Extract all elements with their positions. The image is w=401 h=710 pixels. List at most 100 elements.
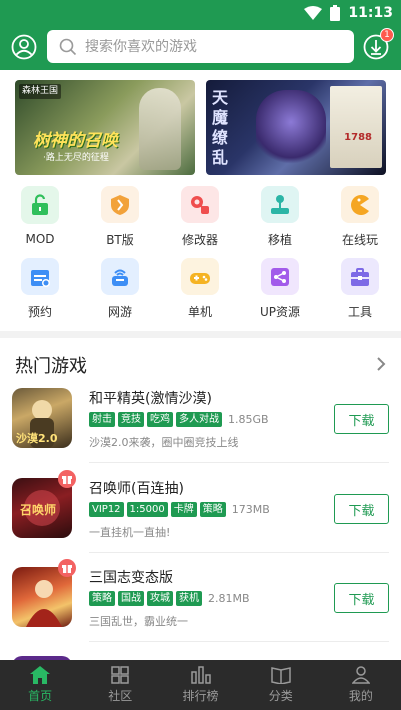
category-reserve[interactable]: 预约 <box>10 258 70 320</box>
category-tools[interactable]: 工具 <box>330 258 390 320</box>
nav-label: 分类 <box>268 689 293 703</box>
category-up-resources[interactable]: UP资源 <box>250 258 310 320</box>
share-icon <box>261 258 299 295</box>
game-tags: VIP12 1:5000 卡牌 策略 173MB <box>89 502 270 517</box>
game-tag: 国战 <box>118 591 144 606</box>
game-tag: 攻城 <box>147 591 173 606</box>
home-icon <box>30 666 51 684</box>
game-tag: 1:5000 <box>126 502 168 517</box>
list-separator <box>89 641 389 642</box>
game-tag: 策略 <box>199 502 226 517</box>
game-tag: VIP12 <box>89 502 124 517</box>
gift-badge-icon <box>58 559 76 577</box>
search-input[interactable] <box>85 38 325 55</box>
game-description: 一直挂机一直抽! <box>89 526 171 539</box>
category-label: 单机 <box>187 305 212 319</box>
profile-icon <box>11 34 37 60</box>
thumb-overlay-text: 沙漠2.0 <box>16 431 58 445</box>
gamepad-icon <box>181 258 219 295</box>
top-bar <box>0 28 401 66</box>
ranking-icon <box>190 666 211 684</box>
banner-character-image <box>139 88 181 170</box>
game-size: 1.85GB <box>228 413 269 426</box>
search-icon <box>59 38 77 56</box>
thumb-overlay-text: 召唤师 <box>20 502 56 517</box>
game-name: 召唤师(百连抽) <box>89 481 184 497</box>
bottom-navigation: 首页 社区 排行榜 分类 我的 <box>0 660 401 710</box>
wifi-icon <box>304 6 323 20</box>
category-single-player[interactable]: 单机 <box>170 258 230 320</box>
user-icon <box>351 666 370 684</box>
nav-category[interactable]: 分类 <box>241 660 321 710</box>
banner-forest-kingdom[interactable]: 森林王国 树神的召唤 ·路上无尽的征程 <box>15 80 195 175</box>
battery-icon <box>330 5 341 21</box>
nav-label: 首页 <box>28 689 53 703</box>
game-thumbnail: 沙漠2.0 <box>12 388 72 448</box>
game-tags: 射击 竞技 吃鸡 多人对战 1.85GB <box>89 412 269 427</box>
nav-mine[interactable]: 我的 <box>321 660 401 710</box>
banner-title: 树神的召唤 <box>33 131 118 151</box>
download-button[interactable]: 下载 <box>334 494 389 524</box>
hot-games-title: 热门游戏 <box>15 356 87 377</box>
download-button[interactable]: 下载 <box>334 583 389 613</box>
list-separator <box>89 462 389 463</box>
banner-character-image <box>256 90 326 170</box>
game-description: 三国乱世，霸业统一 <box>89 615 188 628</box>
category-label: 网游 <box>107 305 132 319</box>
download-count-badge: 1 <box>380 28 394 42</box>
category-online-game[interactable]: 网游 <box>90 258 150 320</box>
pacman-icon <box>341 186 379 223</box>
banner-tag: 森林王国 <box>19 84 62 99</box>
download-button[interactable]: 下载 <box>334 404 389 434</box>
profile-button[interactable] <box>11 34 37 60</box>
nav-label: 社区 <box>108 689 133 703</box>
banner-promo-panel <box>330 86 382 168</box>
modifier-icon <box>181 186 219 223</box>
category-play-online[interactable]: 在线玩 <box>330 186 390 248</box>
game-tag: 多人对战 <box>176 412 222 427</box>
game-tag: 吃鸡 <box>147 412 173 427</box>
network-game-icon <box>101 258 139 295</box>
search-bar[interactable] <box>47 30 354 63</box>
status-time: 11:13 <box>348 5 393 21</box>
unlock-icon <box>21 186 59 224</box>
game-tag: 竞技 <box>118 412 144 427</box>
gift-badge-icon <box>58 470 76 488</box>
calendar-icon <box>21 258 59 295</box>
banner-tianmo[interactable]: 天魔缭乱 1788 <box>206 80 386 175</box>
app-header: 11:13 1 <box>0 0 401 70</box>
game-item-peace-elite[interactable]: 沙漠2.0 和平精英(激情沙漠) 射击 竞技 吃鸡 多人对战 1.85GB 沙漠… <box>0 388 401 476</box>
category-bt[interactable]: BT版 <box>90 186 150 248</box>
game-tags: 策略 国战 攻城 获机 2.81MB <box>89 591 250 606</box>
community-icon <box>111 666 130 684</box>
category-label: 修改器 <box>181 233 218 247</box>
category-label: 预约 <box>27 305 52 319</box>
toolbox-icon <box>341 258 379 295</box>
banner-subtitle: ·路上无尽的征程 <box>43 153 109 163</box>
banner-price: 1788 <box>344 132 372 143</box>
game-name: 和平精英(激情沙漠) <box>89 391 212 407</box>
bt-shield-icon <box>101 186 139 223</box>
game-tag: 射击 <box>89 412 115 427</box>
game-item-summoner[interactable]: 召唤师 召唤师(百连抽) VIP12 1:5000 卡牌 策略 173MB 一直… <box>0 470 401 566</box>
nav-home[interactable]: 首页 <box>0 660 80 710</box>
category-label: MOD <box>25 232 55 246</box>
hot-games-more-button[interactable] <box>376 356 386 376</box>
nav-label: 排行榜 <box>182 689 219 703</box>
game-name: 三国志变态版 <box>89 570 173 586</box>
game-tag: 获机 <box>176 591 202 606</box>
category-label: 工具 <box>347 305 372 319</box>
list-separator <box>89 552 389 553</box>
category-port[interactable]: 移植 <box>250 186 310 248</box>
category-mod[interactable]: MOD <box>10 186 70 248</box>
category-label: BT版 <box>106 233 134 247</box>
game-tag: 策略 <box>89 591 115 606</box>
category-label: 移植 <box>267 233 292 247</box>
banner-title: 天魔缭乱 <box>212 88 229 167</box>
game-description: 沙漠2.0来袭，圈中圈竞技上线 <box>89 436 239 449</box>
nav-community[interactable]: 社区 <box>80 660 160 710</box>
nav-ranking[interactable]: 排行榜 <box>160 660 240 710</box>
category-modifier[interactable]: 修改器 <box>170 186 230 248</box>
category-icon <box>270 667 291 684</box>
game-item-three-kingdoms[interactable]: 三国志变态版 策略 国战 攻城 获机 2.81MB 三国乱世，霸业统一 下载 <box>0 559 401 655</box>
